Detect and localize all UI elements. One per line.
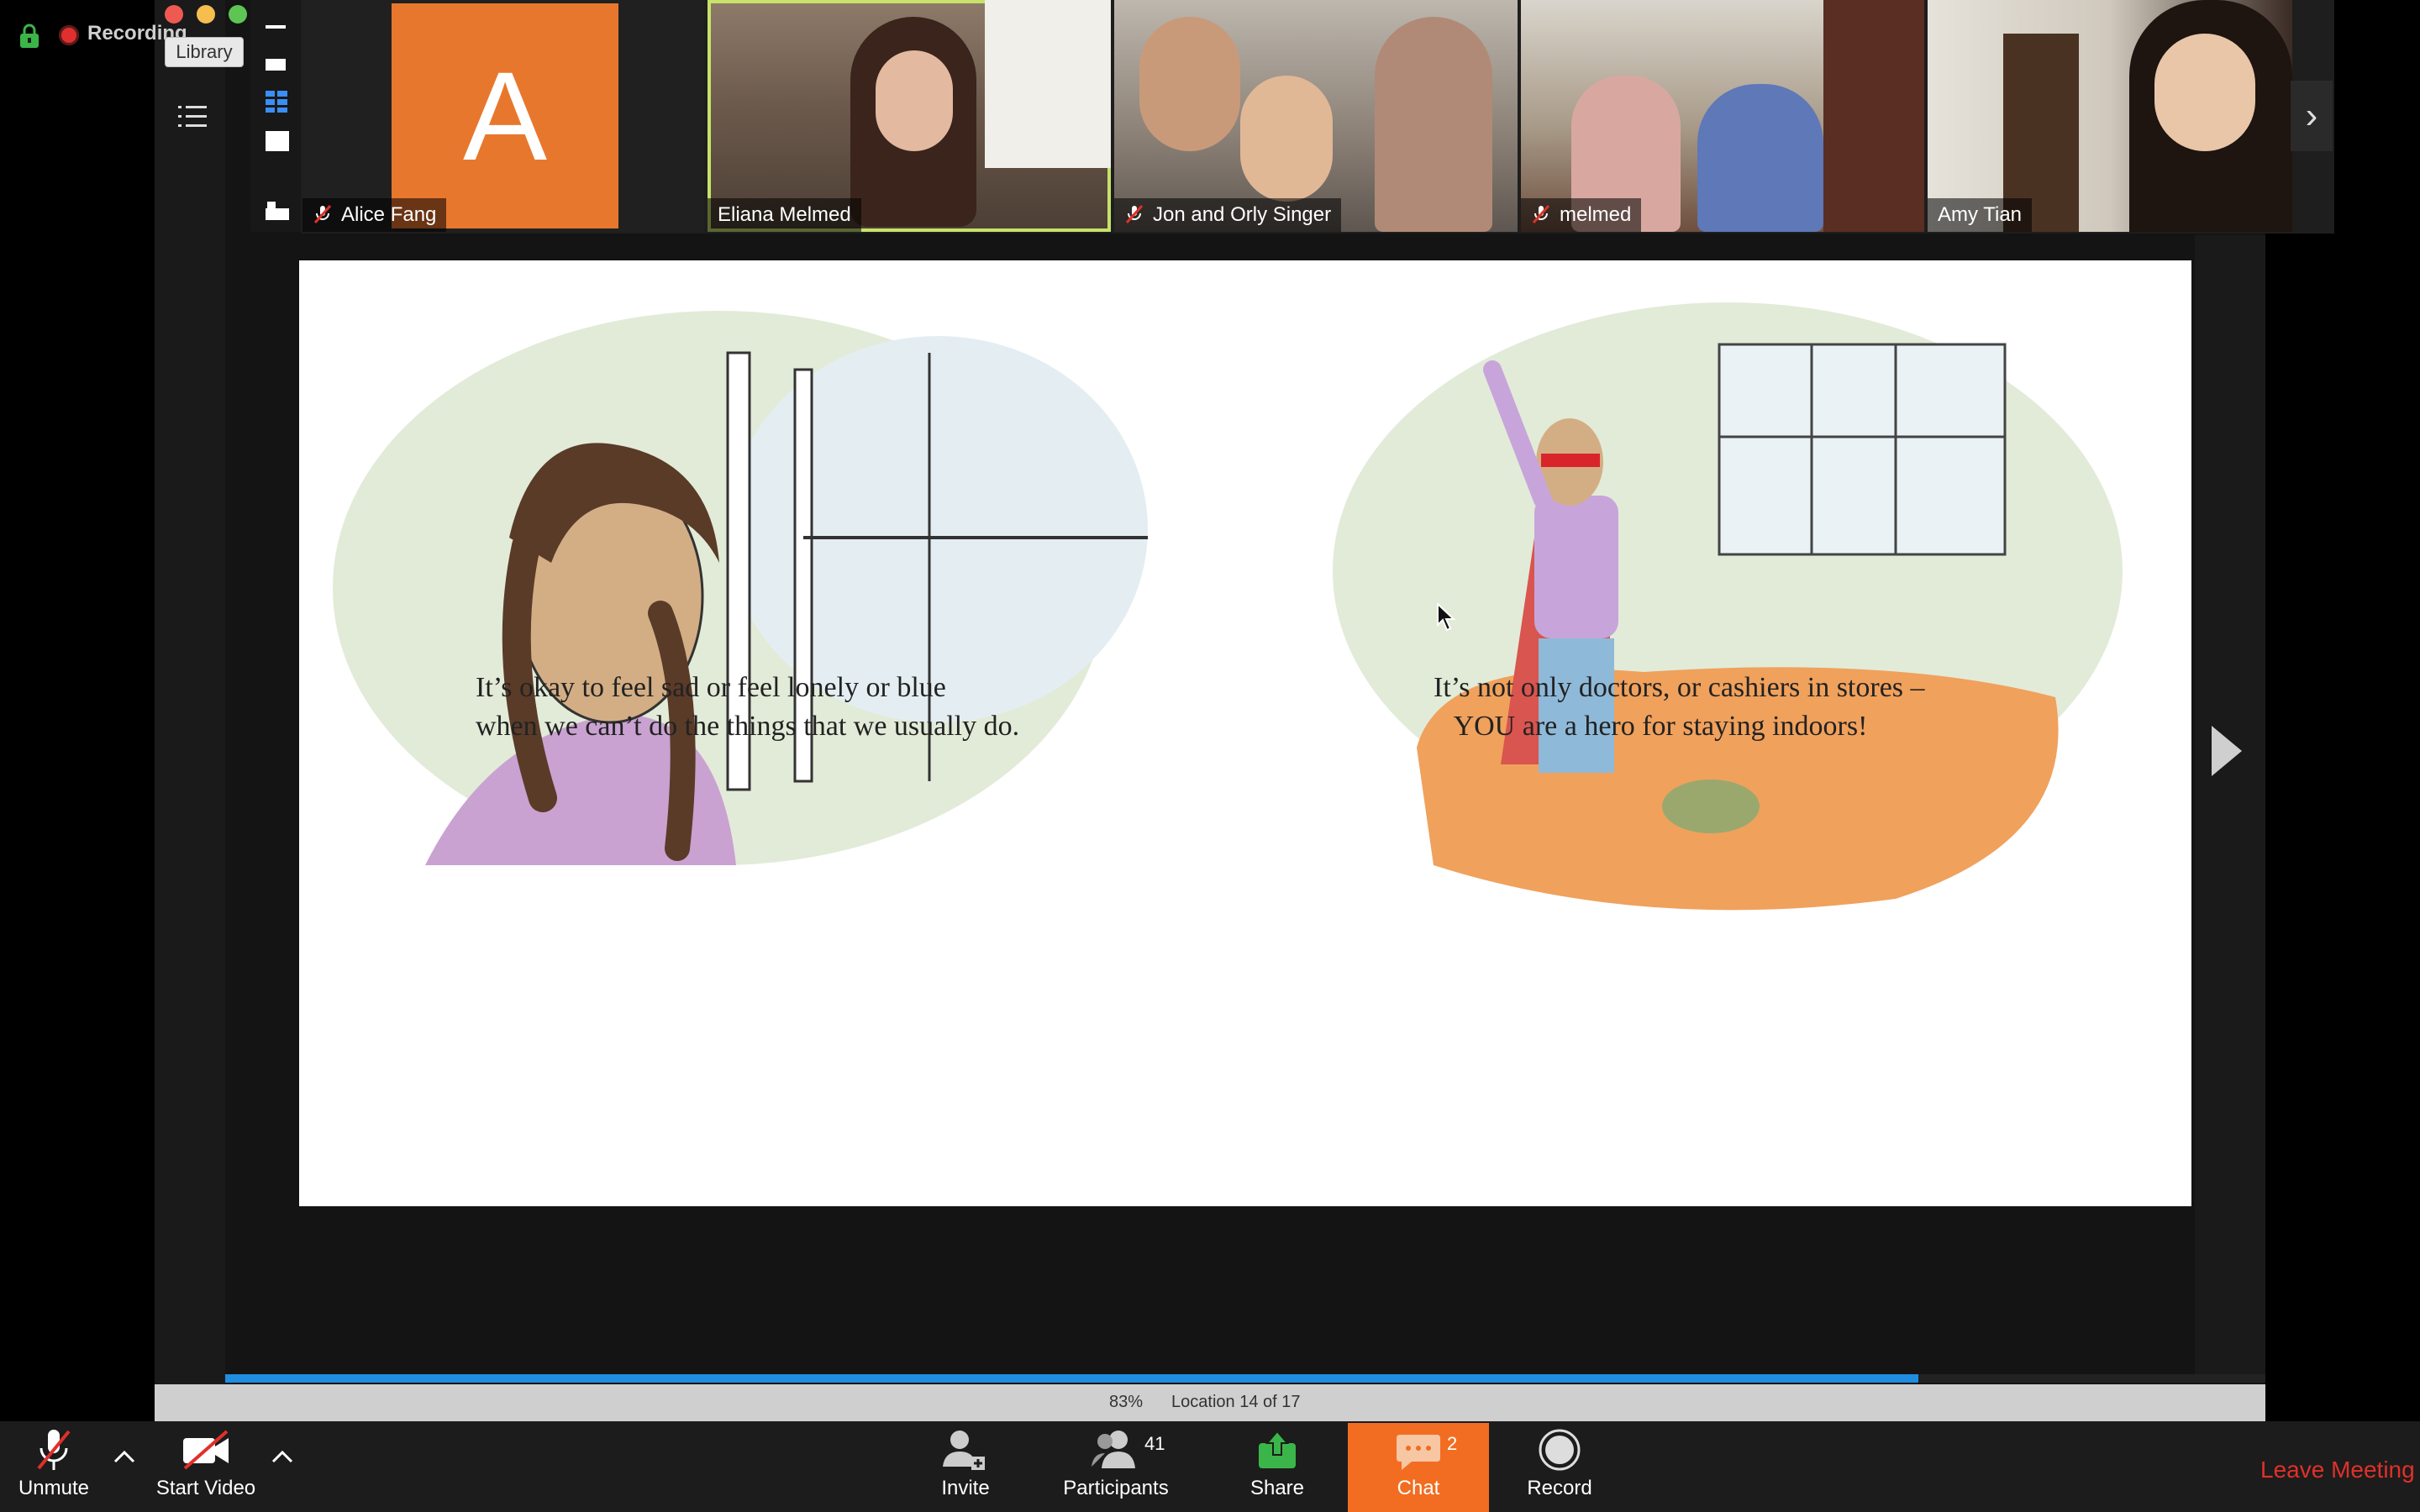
reading-progress-fill (225, 1374, 1919, 1383)
participant-face (2154, 34, 2255, 151)
location-indicator: Location 14 of 17 (1171, 1393, 1301, 1411)
start-video-button[interactable]: Start Video (151, 1428, 260, 1500)
book-page: It’s okay to feel sad or feel lonely or … (299, 260, 2191, 1206)
record-icon (1539, 1429, 1581, 1471)
window-controls (165, 5, 260, 30)
speaker-view-icon[interactable] (266, 131, 289, 151)
participant-tile-eliana-melmed[interactable]: Eliana Melmed (708, 0, 1111, 232)
participant-tile-jon-and-orly-singer[interactable]: Jon and Orly Singer (1114, 0, 1518, 232)
microphone-muted-icon (37, 1430, 71, 1470)
add-person-icon (943, 1431, 985, 1470)
participant-name-label: Jon and Orly Singer (1114, 198, 1342, 232)
record-button[interactable]: Record (1526, 1428, 1593, 1500)
reader-left-gutter (155, 0, 225, 1394)
mouse-cursor-icon (1437, 603, 1455, 632)
table-of-contents-icon[interactable] (178, 104, 207, 129)
left-page-caption: It’s okay to feel sad or feel lonely or … (476, 672, 1020, 742)
library-tooltip: Library (165, 37, 244, 67)
leave-meeting-button[interactable]: Leave Meeting (2260, 1457, 2415, 1483)
unmute-button[interactable]: Unmute (12, 1428, 96, 1500)
minimize-strip-icon[interactable] (266, 25, 286, 29)
participant-face (876, 50, 953, 151)
right-page-caption: It’s not only doctors, or cashiers in st… (1434, 672, 1925, 742)
muted-mic-icon (313, 204, 332, 224)
participants-icon (1092, 1431, 1135, 1468)
muted-mic-icon (1532, 204, 1550, 224)
gallery-view-icon[interactable] (266, 91, 287, 113)
sad-girl-illustration (333, 311, 1148, 865)
audio-options-chevron-icon[interactable] (113, 1448, 136, 1465)
window-light (985, 0, 1111, 168)
participant-name-label: melmed (1521, 198, 1642, 232)
share-screen-icon (1259, 1430, 1296, 1468)
next-page-arrow-icon[interactable] (2212, 726, 2242, 776)
bookshelf (1823, 0, 1924, 232)
meeting-toolbar (0, 1421, 2420, 1512)
participant-name-label: Alice Fang (302, 198, 447, 232)
video-options-chevron-icon[interactable] (271, 1448, 294, 1465)
participant-tile-alice-fang[interactable]: A Alice Fang (302, 0, 704, 232)
video-layout-controls (250, 0, 301, 232)
lock-icon[interactable] (18, 24, 40, 49)
avatar: A (392, 3, 618, 228)
close-window-icon[interactable] (165, 5, 183, 24)
participant-video-figure (1139, 17, 1240, 151)
chat-unread-count: 2 (1447, 1433, 1458, 1454)
participant-name-label: Eliana Melmed (708, 198, 861, 232)
minimize-window-icon[interactable] (197, 5, 215, 24)
share-button[interactable]: Share (1244, 1428, 1311, 1500)
participant-video-figure-adult (1375, 17, 1492, 232)
next-participants-arrow-icon[interactable]: › (2291, 81, 2333, 151)
muted-mic-icon (1125, 204, 1144, 224)
invite-button[interactable]: Invite (929, 1428, 1002, 1500)
chat-bubble-icon (1397, 1435, 1440, 1470)
video-camera-off-icon (183, 1430, 229, 1470)
participant-tile-melmed[interactable]: melmed (1521, 0, 1924, 232)
reader-status-text: 83% Location 14 of 17 (1109, 1393, 1329, 1412)
reader-right-gutter (2195, 235, 2265, 1378)
recording-indicator-icon (59, 25, 79, 45)
side-by-side-icon[interactable] (266, 202, 289, 220)
hide-video-icon[interactable] (266, 59, 286, 71)
participants-count: 41 (1144, 1433, 1165, 1454)
participant-tile-amy-tian[interactable]: Amy Tian (1928, 0, 2292, 232)
participant-video-figure-child (1240, 76, 1333, 202)
participant-strip: A Alice Fang Eliana Melmed Jon and Orly … (301, 0, 2334, 234)
progress-percent: 83% (1109, 1393, 1144, 1411)
zoom-window-icon[interactable] (229, 5, 247, 24)
participant-video-figure (1697, 84, 1823, 232)
participant-name-label: Amy Tian (1928, 198, 2033, 232)
